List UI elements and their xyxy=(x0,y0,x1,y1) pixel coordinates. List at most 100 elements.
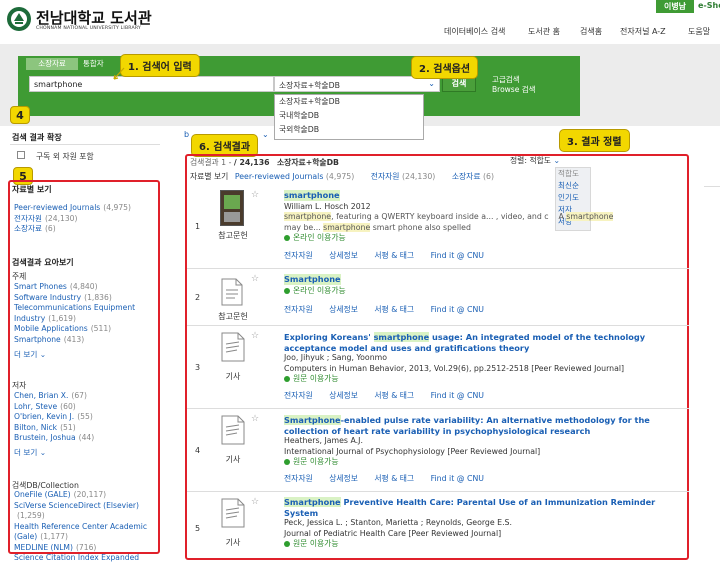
action-electronic[interactable]: 전자자원 xyxy=(284,305,313,314)
action-electronic[interactable]: 전자자원 xyxy=(284,474,313,483)
scope-dropdown: 소장자료+학술DB 국내학술DB 국외학술DB xyxy=(274,94,424,140)
availability-dot-icon xyxy=(284,459,290,465)
action-reviews-tags[interactable]: 서평 & 태그 xyxy=(374,474,414,483)
author-more-link[interactable]: 더 보기 ⌄ xyxy=(14,447,46,458)
article-icon[interactable] xyxy=(221,332,245,362)
scope-option-all[interactable]: 소장자료+학술DB xyxy=(275,95,423,109)
result-item: 3 기사 ☆ Exploring Koreans' smartphone usa… xyxy=(187,327,689,409)
action-electronic[interactable]: 전자자원 xyxy=(284,251,313,260)
facet-subject[interactable]: Mobile Applications (511) xyxy=(14,324,156,335)
user-badge[interactable]: 이병남 xyxy=(656,0,694,13)
facet-peer-reviewed[interactable]: Peer-reviewed Journals (4,975) xyxy=(14,203,131,214)
availability[interactable]: 온라인 이용가능 xyxy=(284,286,686,297)
action-find-it[interactable]: Find it @ CNU xyxy=(431,305,484,314)
result-item: 2 참고문헌 ☆ Smartphone 온라인 이용가능 전자자원 상세정보 서… xyxy=(187,270,689,326)
type-facet-list: Peer-reviewed Journals (4,975) 전자자원 (24,13… xyxy=(14,203,131,235)
action-reviews-tags[interactable]: 서평 & 태그 xyxy=(374,305,414,314)
smartphone-thumbnail[interactable] xyxy=(220,190,244,226)
nav-search-home[interactable]: 검색홈 xyxy=(580,26,602,37)
availability-dot-icon xyxy=(284,287,290,294)
library-logo[interactable]: 전남대학교 도서관 CHONNAM NATIONAL UNIVERSITY LI… xyxy=(6,6,156,36)
result-author: William L. Hosch 2012 xyxy=(284,201,371,211)
action-find-it[interactable]: Find it @ CNU xyxy=(431,391,484,400)
include-external-checkbox[interactable] xyxy=(17,151,25,159)
sort-option-relevance[interactable]: 적합도 xyxy=(558,168,590,180)
results-crumb[interactable]: b xyxy=(184,130,189,139)
result-author: Peck, Jessica L. ; Stanton, Marietta ; R… xyxy=(284,518,512,527)
action-details[interactable]: 상세정보 xyxy=(329,474,358,483)
article-icon[interactable] xyxy=(221,415,245,445)
result-title[interactable]: smartphone xyxy=(284,190,340,201)
facet-author[interactable]: Lohr, Steve (60) xyxy=(14,402,94,413)
facet-db[interactable]: Science Citation Index Expanded xyxy=(14,553,156,564)
scope-option-domestic[interactable]: 국내학술DB xyxy=(275,109,423,123)
subject-title: 주제 xyxy=(12,272,27,281)
star-icon[interactable]: ☆ xyxy=(251,497,259,507)
action-electronic[interactable]: 전자자원 xyxy=(284,391,313,400)
result-actions: 전자자원 상세정보 서평 & 태그 Find it @ CNU xyxy=(284,391,686,402)
availability[interactable]: 원문 이용가능 xyxy=(284,457,686,468)
search-input[interactable]: smartphone xyxy=(29,76,274,92)
facet-subject[interactable]: Software Industry (1,836) xyxy=(14,293,156,304)
filter-electronic[interactable]: 전자자원 (24,130) xyxy=(371,172,436,181)
facet-author[interactable]: Chen, Brian X. (67) xyxy=(14,391,94,402)
sort-select[interactable]: 정렬: 적합도 ⌄ xyxy=(510,155,560,166)
result-title[interactable]: Smartphone-enabled pulse rate variabilit… xyxy=(284,415,686,436)
chevron-down-icon: ⌄ xyxy=(39,448,47,457)
tab-holdings[interactable]: 소장자료 xyxy=(26,58,78,70)
eshelf-link[interactable]: e-She xyxy=(698,1,720,10)
type-facet-title: 자료별 보기 xyxy=(12,185,52,194)
document-icon[interactable] xyxy=(221,278,243,306)
browse-search-link[interactable]: Browse 검색 xyxy=(492,84,536,95)
facet-holdings[interactable]: 소장자료 (6) xyxy=(14,224,131,235)
nav-ejournal-az[interactable]: 전자저널 A-Z xyxy=(620,26,666,37)
filter-peer-reviewed[interactable]: Peer-reviewed Journals (4,975) xyxy=(235,172,354,181)
star-icon[interactable]: ☆ xyxy=(251,414,259,424)
db-facet-list: OneFile (GALE) (20,117) SciVerse ScienceD… xyxy=(14,490,156,564)
nav-help[interactable]: 도움말 xyxy=(688,26,710,37)
facet-db[interactable]: OneFile (GALE) (20,117) xyxy=(14,490,156,501)
results-filter-bar: 자료별 보기 Peer-reviewed Journals (4,975) 전자… xyxy=(190,172,495,181)
facet-electronic[interactable]: 전자자원 (24,130) xyxy=(14,214,131,225)
facet-author[interactable]: O'brien, Kevin J. (55) xyxy=(14,412,94,423)
callout-number-4: 4 xyxy=(10,106,30,124)
star-icon[interactable]: ☆ xyxy=(251,190,259,200)
result-author: Joo, Jihyuk ; Sang, Yoonmo xyxy=(284,353,388,362)
availability[interactable]: 원문 이용가능 xyxy=(284,539,686,550)
callout-search-term: 1. 검색어 입력 xyxy=(120,54,200,77)
filter-holdings[interactable]: 소장자료 (6) xyxy=(452,172,494,181)
action-reviews-tags[interactable]: 서평 & 태그 xyxy=(374,391,414,400)
callout-search-option: 2. 검색옵션 xyxy=(411,56,479,79)
availability[interactable]: 원문 이용가능 xyxy=(284,374,686,385)
result-title[interactable]: Smartphone xyxy=(284,274,341,285)
action-details[interactable]: 상세정보 xyxy=(329,391,358,400)
facet-author[interactable]: Bilton, Nick (51) xyxy=(14,423,94,434)
facet-author[interactable]: Brustein, Joshua (44) xyxy=(14,433,94,444)
scope-option-foreign[interactable]: 국외학술DB xyxy=(275,123,423,137)
facet-db[interactable]: MEDLINE (NLM) (716) xyxy=(14,543,156,554)
subject-more-link[interactable]: 더 보기 ⌄ xyxy=(14,349,46,360)
facet-subject[interactable]: Smart Phones (4,840) xyxy=(14,282,156,293)
star-icon[interactable]: ☆ xyxy=(251,331,259,341)
include-external-label: 구독 외 자원 포함 xyxy=(36,152,94,161)
result-title[interactable]: Smartphone Preventive Health Care: Paren… xyxy=(284,497,686,518)
facet-db[interactable]: SciVerse ScienceDirect (Elsevier)(1,259) xyxy=(14,501,156,522)
nav-library-home[interactable]: 도서관 홈 xyxy=(528,26,560,37)
callout-sort: 3. 결과 정렬 xyxy=(559,129,630,152)
facet-subject[interactable]: Telecommunications Equipment Industry (1,… xyxy=(14,303,156,324)
action-details[interactable]: 상세정보 xyxy=(329,305,358,314)
nav-database-search[interactable]: 데이터베이스 검색 xyxy=(444,26,505,37)
action-find-it[interactable]: Find it @ CNU xyxy=(431,251,484,260)
article-icon[interactable] xyxy=(221,498,245,528)
action-details[interactable]: 상세정보 xyxy=(329,251,358,260)
action-find-it[interactable]: Find it @ CNU xyxy=(431,474,484,483)
facet-subject[interactable]: Smartphone (413) xyxy=(14,335,156,346)
star-icon[interactable]: ☆ xyxy=(251,274,259,284)
result-number: 4 xyxy=(195,446,201,455)
result-number: 1 xyxy=(195,222,201,231)
availability[interactable]: 온라인 이용가능 xyxy=(284,233,686,244)
facet-db[interactable]: Health Reference Center Academic (Gale)(… xyxy=(14,522,156,543)
result-actions: 전자자원 상세정보 서평 & 태그 Find it @ CNU xyxy=(284,305,686,316)
action-reviews-tags[interactable]: 서평 & 태그 xyxy=(374,251,414,260)
result-title[interactable]: Exploring Koreans' smartphone usage: An … xyxy=(284,332,686,353)
